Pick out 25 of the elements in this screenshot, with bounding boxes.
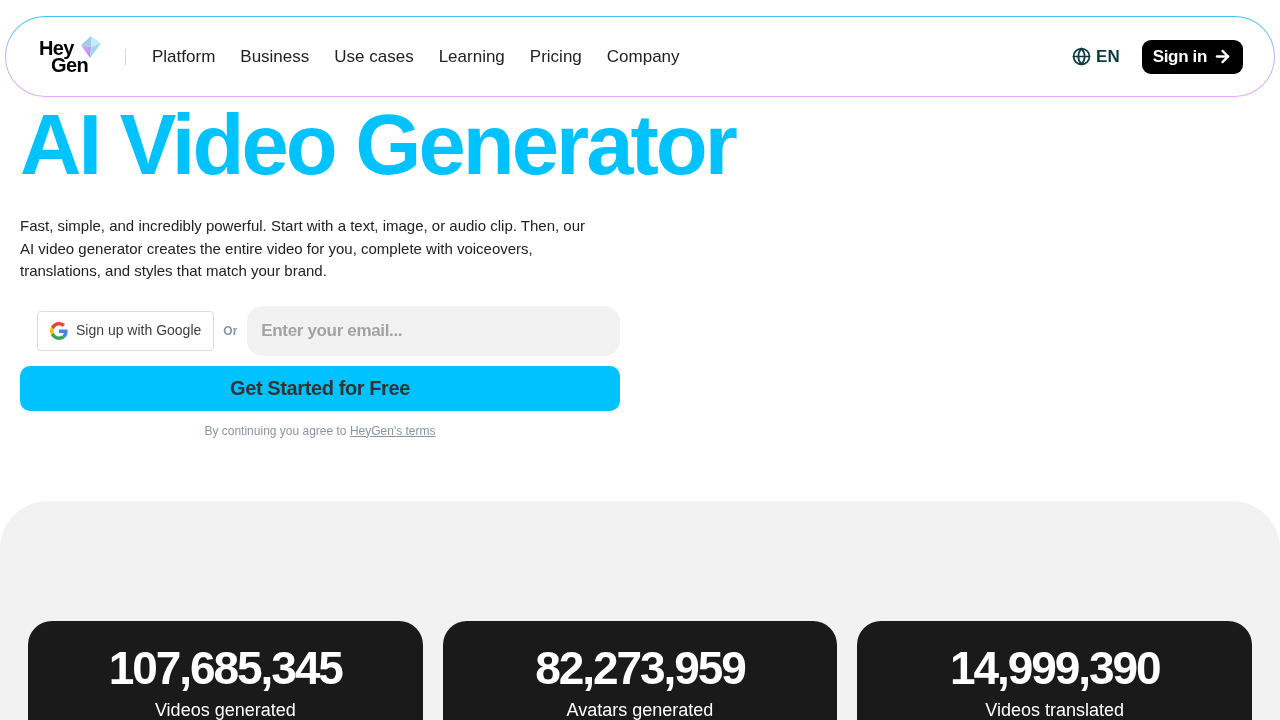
stat-label: Videos translated bbox=[985, 698, 1125, 720]
page-title: AI Video Generator bbox=[20, 102, 735, 187]
nav-link[interactable]: Use cases bbox=[334, 43, 414, 70]
nav-link[interactable]: Platform bbox=[152, 43, 216, 70]
stat-value: 82,273,959 bbox=[535, 644, 745, 691]
nav-link[interactable]: Pricing bbox=[529, 43, 582, 70]
logo-text: Hey bbox=[39, 39, 74, 57]
or-label: Or bbox=[223, 322, 238, 340]
get-started-button[interactable]: Get Started for Free bbox=[20, 365, 620, 411]
stat-value: 14,999,390 bbox=[949, 644, 1160, 691]
nav-link[interactable]: Business bbox=[240, 43, 310, 70]
terms-note: By continuing you agree to HeyGen's terms bbox=[203, 422, 437, 439]
nav-link[interactable]: Learning bbox=[438, 43, 505, 70]
stat-value: 107,685,345 bbox=[108, 644, 342, 691]
nav-link[interactable]: Company bbox=[606, 43, 680, 70]
google-sign-up-button[interactable]: Sign up with Google bbox=[37, 310, 215, 351]
sign-in-button[interactable]: Sign in bbox=[1141, 39, 1243, 74]
google-g-icon bbox=[50, 321, 68, 340]
globe-icon bbox=[1072, 47, 1092, 66]
email-input[interactable]: Enter your email... bbox=[247, 305, 620, 356]
stat-label: Videos generated bbox=[154, 698, 296, 720]
stat-label: Avatars generated bbox=[566, 698, 714, 720]
hero-description: Fast, simple, and incredibly powerful. Start with a text, image, or audio clip. Then, our AI video generator creates the entire video for you, complete with voiceovers, translations, and styles that match your brand. bbox=[20, 216, 586, 281]
language-selector[interactable]: EN bbox=[1072, 43, 1120, 70]
gem-icon bbox=[80, 35, 102, 58]
